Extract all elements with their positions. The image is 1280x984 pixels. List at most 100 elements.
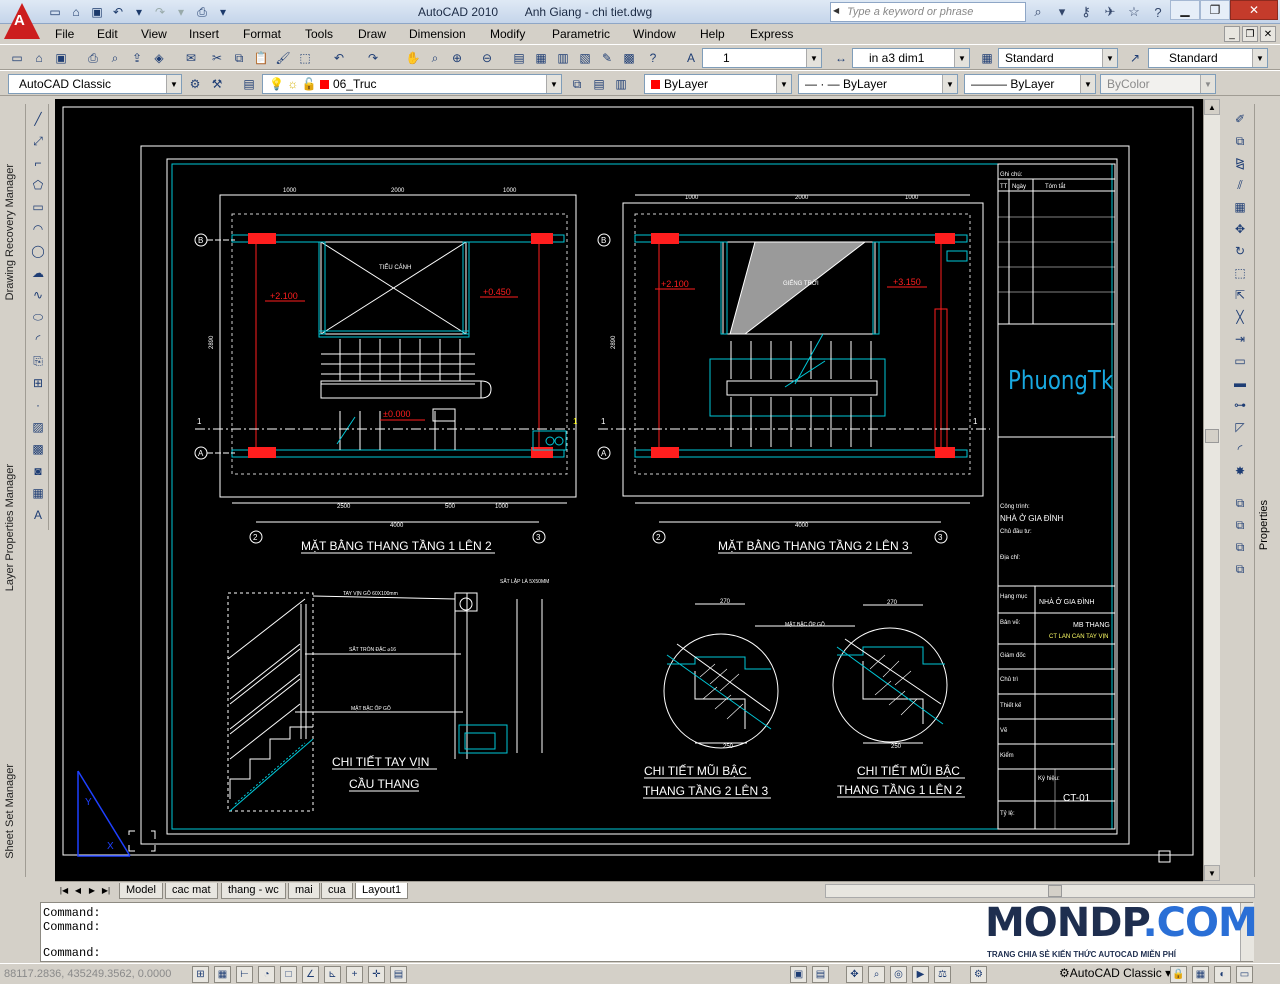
menu-tools[interactable]: Tools	[305, 27, 333, 41]
minimize-icon[interactable]: ▁	[1170, 0, 1200, 20]
hatch-icon[interactable]: ▨	[29, 418, 47, 436]
layer-states-icon[interactable]: ▥	[612, 75, 630, 93]
move-icon[interactable]: ✥	[1231, 220, 1249, 238]
chevron-down-icon[interactable]: ▼	[546, 75, 561, 93]
redo-icon[interactable]: ↷	[151, 3, 169, 21]
break-at-point-icon[interactable]: ▭	[1231, 352, 1249, 370]
join-icon[interactable]: ⊶	[1231, 396, 1249, 414]
tab-cua[interactable]: cua	[321, 883, 353, 899]
scale-icon[interactable]: ⬚	[1231, 264, 1249, 282]
menu-insert[interactable]: Insert	[189, 27, 219, 41]
erase-icon[interactable]: ✐	[1231, 110, 1249, 128]
zoom-realtime-icon[interactable]: ⌕	[426, 49, 444, 67]
tool-palettes-icon[interactable]: ▥	[554, 49, 572, 67]
ellipse-icon[interactable]: ⬭	[29, 308, 47, 326]
doc-minimize-icon[interactable]: _	[1224, 26, 1240, 42]
construction-line-icon[interactable]: ⤢	[29, 132, 47, 150]
explode-icon[interactable]: ✸	[1231, 462, 1249, 480]
chevron-down-icon[interactable]: ▼	[954, 49, 969, 67]
zoom-window-icon[interactable]: ⊕	[448, 49, 466, 67]
quick-properties-icon[interactable]: ▤	[390, 966, 407, 983]
qnew-icon[interactable]: ▭	[8, 49, 26, 67]
pan-icon[interactable]: ✋	[404, 49, 422, 67]
copy-object-icon[interactable]: ⧉	[1231, 132, 1249, 150]
tab-model[interactable]: Model	[119, 883, 163, 899]
quickcalc-icon[interactable]: ▩	[620, 49, 638, 67]
zoom-previous-icon[interactable]: ⊖	[478, 49, 496, 67]
dynamic-ucs-icon[interactable]: ⊾	[324, 966, 341, 983]
offset-icon[interactable]: ⫽	[1231, 176, 1249, 194]
send-under-icon[interactable]: ⧉	[1231, 560, 1249, 578]
vertical-scrollbar[interactable]: ▲ ▼	[1203, 99, 1220, 881]
dim-style-combo[interactable]: in a3 dim1 ▼	[852, 48, 970, 68]
lock-icon[interactable]: 🔒	[1170, 966, 1187, 983]
linetype-combo[interactable]: — · — ByLayer ▼	[798, 74, 958, 94]
polyline-icon[interactable]: ⌐	[29, 154, 47, 172]
array-icon[interactable]: ▦	[1231, 198, 1249, 216]
open-icon[interactable]: ⌂	[30, 49, 48, 67]
sheet-set-icon[interactable]: ▧	[576, 49, 594, 67]
layer-properties-icon[interactable]: ▤	[240, 75, 258, 93]
etransmit-icon[interactable]: ✉	[182, 49, 200, 67]
layer-properties-manager-tab[interactable]: Layer Properties Manager	[4, 464, 22, 591]
match-properties-icon[interactable]: 🖌	[274, 49, 292, 67]
gradient-icon[interactable]: ▩	[29, 440, 47, 458]
send-to-back-icon[interactable]: ⧉	[1231, 516, 1249, 534]
scroll-up-icon[interactable]: ▲	[1204, 99, 1220, 115]
menu-draw[interactable]: Draw	[358, 27, 386, 41]
tab-cac-mat[interactable]: cac mat	[165, 883, 218, 899]
lineweight-toggle-icon[interactable]: ✛	[368, 966, 385, 983]
save-icon[interactable]: ▣	[88, 3, 106, 21]
region-icon[interactable]: ◙	[29, 462, 47, 480]
tab-first-icon[interactable]: |◀	[58, 884, 70, 897]
dim-style-icon[interactable]: ↔	[832, 49, 850, 67]
menu-file[interactable]: File	[55, 27, 74, 41]
workspace-status-combo[interactable]: ⚙AutoCAD Classic ▾	[1059, 966, 1171, 980]
chevron-down-icon[interactable]: ▼	[1080, 75, 1095, 93]
spline-icon[interactable]: ∿	[29, 286, 47, 304]
properties-palette-tab[interactable]: Properties	[1258, 500, 1276, 550]
hardware-acceleration-icon[interactable]: ▦	[1192, 966, 1209, 983]
chevron-down-icon[interactable]: ▼	[1200, 75, 1215, 93]
scroll-down-icon[interactable]: ▼	[1204, 865, 1220, 881]
restore-icon[interactable]: ❐	[1200, 0, 1230, 20]
extend-icon[interactable]: ⇥	[1231, 330, 1249, 348]
chevron-down-icon[interactable]: ▼	[1252, 49, 1267, 67]
search-expand-icon[interactable]: ◀	[833, 6, 839, 15]
block-editor-icon[interactable]: ⬚	[296, 49, 314, 67]
mirror-icon[interactable]: ⧎	[1231, 154, 1249, 172]
vertical-scroll-thumb[interactable]	[1205, 429, 1219, 443]
clean-screen-icon[interactable]: ▭	[1236, 966, 1253, 983]
object-snap-tracking-icon[interactable]: ∠	[302, 966, 319, 983]
infocenter-search-input[interactable]: Type a keyword or phrase	[830, 2, 1026, 22]
model-space-icon[interactable]: ▣	[790, 966, 807, 983]
fillet-icon[interactable]: ◜	[1231, 440, 1249, 458]
binoculars-icon[interactable]: ⌕	[1028, 3, 1048, 21]
multiline-text-icon[interactable]: A	[29, 506, 47, 524]
break-icon[interactable]: ▬	[1231, 374, 1249, 392]
point-icon[interactable]: ·	[29, 396, 47, 414]
new-file-icon[interactable]: ▭	[46, 3, 64, 21]
line-icon[interactable]: ╱	[29, 110, 47, 128]
steeringwheel-icon[interactable]: ◎	[890, 966, 907, 983]
properties-icon[interactable]: ▤	[510, 49, 528, 67]
rotate-icon[interactable]: ↻	[1231, 242, 1249, 260]
chevron-down-icon[interactable]: ▼	[806, 49, 821, 67]
chevron-down-icon[interactable]: ▼	[1102, 49, 1117, 67]
chevron-down-icon[interactable]: ▼	[942, 75, 957, 93]
save-toolbar-icon[interactable]: ▣	[52, 49, 70, 67]
zoom-status-icon[interactable]: ⌕	[868, 966, 885, 983]
isolate-objects-icon[interactable]: ◐	[1214, 966, 1231, 983]
coordinates-readout[interactable]: 88117.2836, 435249.3562, 0.0000	[4, 968, 171, 980]
customize-icon[interactable]: ⚒	[208, 75, 226, 93]
design-center-icon[interactable]: ▦	[532, 49, 550, 67]
drawing-recovery-manager-tab[interactable]: Drawing Recovery Manager	[4, 164, 22, 300]
text-style-icon[interactable]: A	[682, 49, 700, 67]
multileader-style-combo[interactable]: Standard ▼	[1148, 48, 1268, 68]
tab-next-icon[interactable]: ▶	[86, 884, 98, 897]
chevron-down-icon[interactable]: ▼	[776, 75, 791, 93]
subscription-icon[interactable]: ⚷	[1076, 3, 1096, 21]
arc-icon[interactable]: ◠	[29, 220, 47, 238]
menu-format[interactable]: Format	[243, 27, 281, 41]
sheet-set-manager-tab[interactable]: Sheet Set Manager	[4, 764, 22, 859]
